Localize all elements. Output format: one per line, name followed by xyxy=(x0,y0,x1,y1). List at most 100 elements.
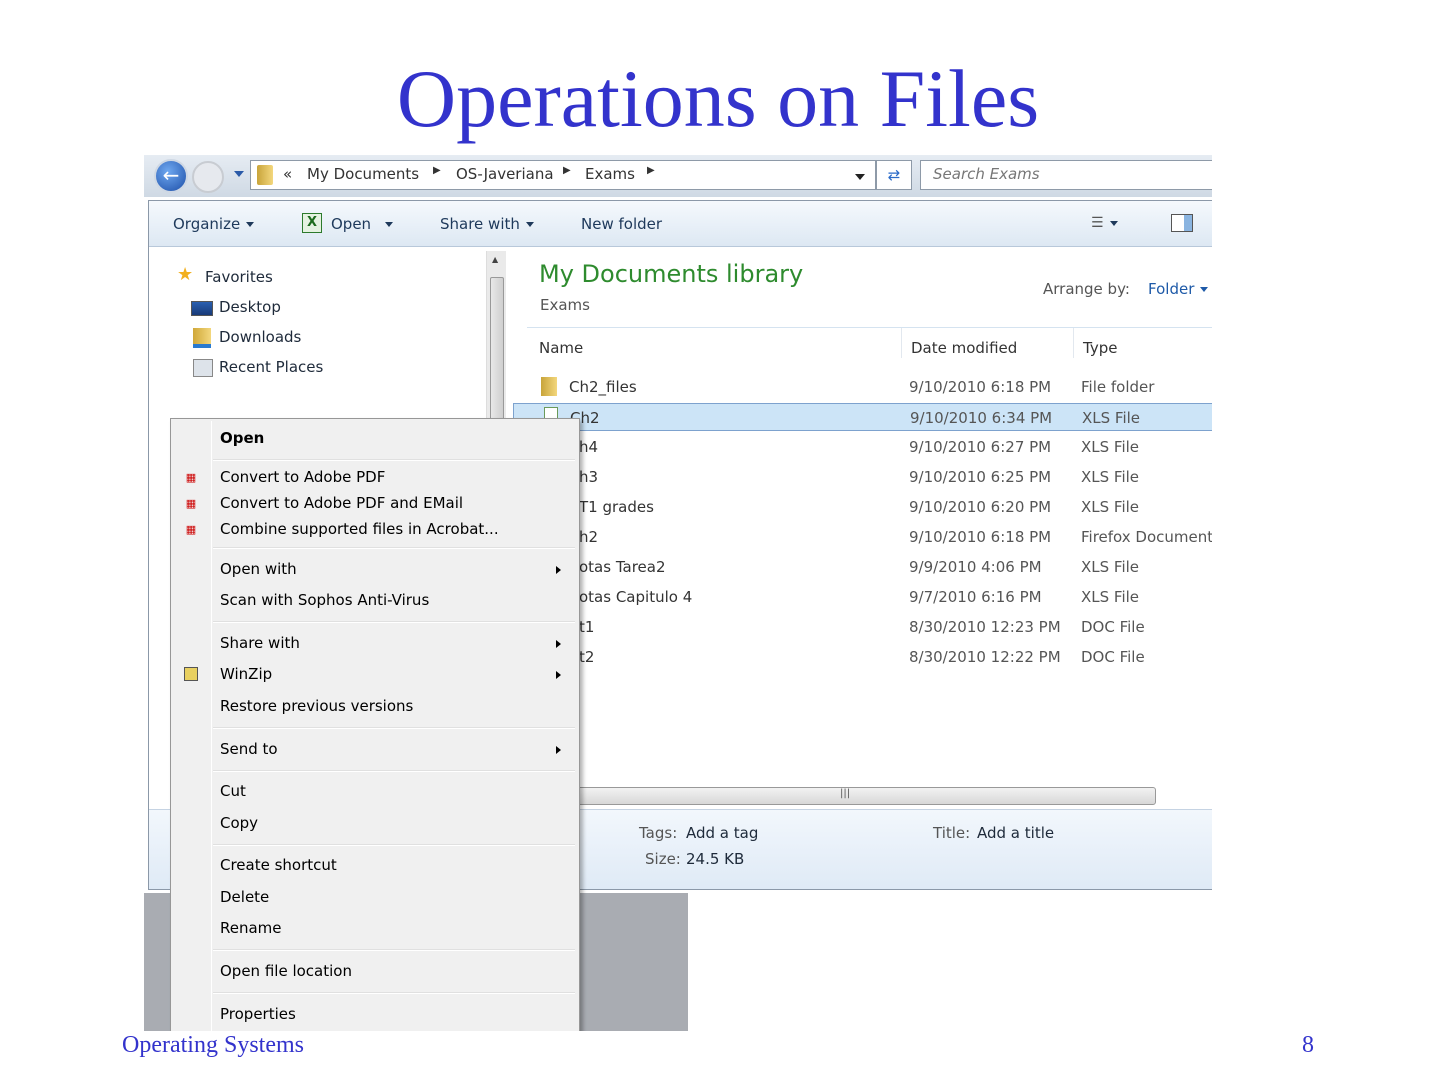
add-tag-field[interactable]: Add a tag xyxy=(686,824,758,842)
organize-button[interactable]: Organize xyxy=(173,215,255,233)
file-row[interactable]: otas Capitulo 4 9/7/2010 6:16 PM XLS File xyxy=(513,583,1212,611)
menu-convert-pdf[interactable]: Convert to Adobe PDF xyxy=(220,468,385,486)
open-button[interactable]: Open xyxy=(331,215,394,233)
winzip-icon xyxy=(184,667,198,681)
nav-recent-places[interactable]: Recent Places xyxy=(219,358,323,376)
share-with-button[interactable]: Share with xyxy=(440,215,534,233)
file-name: h4 xyxy=(579,438,599,456)
library-title: My Documents library xyxy=(539,260,804,288)
submenu-arrow-icon xyxy=(556,746,561,754)
refresh-button[interactable]: ⇄ xyxy=(876,160,912,190)
file-row[interactable]: h3 9/10/2010 6:25 PM XLS File xyxy=(513,463,1212,491)
folder-icon xyxy=(257,165,273,185)
menu-combine-acrobat[interactable]: Combine supported files in Acrobat... xyxy=(220,520,499,538)
file-row[interactable]: otas Tarea2 9/9/2010 4:06 PM XLS File xyxy=(513,553,1212,581)
submenu-arrow-icon xyxy=(556,566,561,574)
file-name: t2 xyxy=(579,648,595,666)
file-name: T1 grades xyxy=(579,498,654,516)
forward-button[interactable] xyxy=(192,161,224,193)
explorer-screenshot: ← « My Documents ▶ OS-Javeriana ▶ Exams … xyxy=(144,155,1212,1031)
menu-cut[interactable]: Cut xyxy=(220,782,246,800)
acrobat-combine-icon: ▦ xyxy=(185,523,197,536)
footer-course: Operating Systems xyxy=(122,1032,304,1058)
command-bar: Organize X Open Share with New folder ☰ xyxy=(149,201,1212,247)
address-bar-area: ← « My Documents ▶ OS-Javeriana ▶ Exams … xyxy=(144,155,1212,197)
desktop-icon xyxy=(191,301,213,316)
file-type: Firefox Document xyxy=(1081,528,1212,546)
menu-share-with[interactable]: Share with xyxy=(220,634,300,652)
file-name: otas Capitulo 4 xyxy=(579,588,693,606)
column-type[interactable]: Type xyxy=(1083,339,1117,357)
file-date: 9/10/2010 6:34 PM xyxy=(910,409,1053,427)
menu-delete[interactable]: Delete xyxy=(220,888,269,906)
file-type: File folder xyxy=(1081,378,1155,396)
menu-convert-pdf-email[interactable]: Convert to Adobe PDF and EMail xyxy=(220,494,463,512)
back-button[interactable]: ← xyxy=(154,159,188,193)
address-dropdown-icon[interactable] xyxy=(855,174,865,180)
menu-copy[interactable]: Copy xyxy=(220,814,258,832)
menu-open-file-location[interactable]: Open file location xyxy=(220,962,352,980)
menu-rename[interactable]: Rename xyxy=(220,919,282,937)
nav-favorites[interactable]: Favorites xyxy=(205,268,273,286)
file-type: XLS File xyxy=(1081,558,1140,576)
arrange-dropdown[interactable]: Folder xyxy=(1148,280,1209,298)
folder-icon xyxy=(541,377,557,396)
new-folder-button[interactable]: New folder xyxy=(581,215,662,233)
page-number: 8 xyxy=(1302,1032,1314,1058)
file-row[interactable]: T1 grades 9/10/2010 6:20 PM XLS File xyxy=(513,493,1212,521)
star-icon: ★ xyxy=(177,264,194,285)
menu-send-to[interactable]: Send to xyxy=(220,740,278,758)
menu-open-with[interactable]: Open with xyxy=(220,560,297,578)
file-row[interactable]: h4 9/10/2010 6:27 PM XLS File xyxy=(513,433,1212,461)
recent-places-icon xyxy=(193,359,213,377)
horizontal-scrollbar[interactable]: ||| xyxy=(569,787,1156,805)
address-bar[interactable]: « My Documents ▶ OS-Javeriana ▶ Exams ▶ xyxy=(250,160,876,190)
downloads-icon xyxy=(193,328,211,348)
menu-scan-sophos[interactable]: Scan with Sophos Anti-Virus xyxy=(220,591,429,609)
menu-winzip[interactable]: WinZip xyxy=(220,665,272,683)
crumb-os-javeriana[interactable]: OS-Javeriana xyxy=(456,165,554,183)
slide-title: Operations on Files xyxy=(396,53,1040,144)
preview-pane-icon[interactable] xyxy=(1171,214,1193,232)
search-input[interactable]: Search Exams xyxy=(920,160,1212,190)
file-date: 9/10/2010 6:18 PM xyxy=(909,378,1052,396)
file-date: 9/7/2010 6:16 PM xyxy=(909,588,1042,606)
file-date: 9/10/2010 6:27 PM xyxy=(909,438,1052,456)
submenu-arrow-icon xyxy=(556,640,561,648)
file-row[interactable]: Ch2 9/10/2010 6:34 PM XLS File xyxy=(513,403,1212,431)
column-date-modified[interactable]: Date modified xyxy=(911,339,1017,357)
menu-restore-versions[interactable]: Restore previous versions xyxy=(220,697,413,715)
menu-open[interactable]: Open xyxy=(220,429,264,447)
menu-create-shortcut[interactable]: Create shortcut xyxy=(220,856,337,874)
file-type: XLS File xyxy=(1081,498,1140,516)
add-title-field[interactable]: Add a title xyxy=(977,824,1054,842)
file-date: 8/30/2010 12:23 PM xyxy=(909,618,1061,636)
history-dropdown-icon[interactable] xyxy=(234,171,244,177)
submenu-arrow-icon xyxy=(556,671,561,679)
file-row[interactable]: h2 9/10/2010 6:18 PM Firefox Document xyxy=(513,523,1212,551)
menu-properties[interactable]: Properties xyxy=(220,1005,296,1023)
crumb-my-documents[interactable]: My Documents xyxy=(307,165,419,183)
views-icon[interactable]: ☰ xyxy=(1091,215,1118,231)
file-row[interactable]: t2 8/30/2010 12:22 PM DOC File xyxy=(513,643,1212,671)
address-overflow[interactable]: « xyxy=(283,165,292,183)
file-type: XLS File xyxy=(1081,588,1140,606)
pdf-icon: ▦ xyxy=(185,471,197,484)
file-row[interactable]: t1 8/30/2010 12:23 PM DOC File xyxy=(513,613,1212,641)
file-row[interactable]: Ch2_files 9/10/2010 6:18 PM File folder xyxy=(513,373,1212,401)
file-name: h2 xyxy=(579,528,599,546)
context-menu: Open ▦ Convert to Adobe PDF ▦ Convert to… xyxy=(170,418,580,1031)
file-date: 9/10/2010 6:18 PM xyxy=(909,528,1052,546)
crumb-exams[interactable]: Exams xyxy=(585,165,635,183)
nav-desktop[interactable]: Desktop xyxy=(219,298,281,316)
column-name[interactable]: Name xyxy=(539,339,583,357)
file-date: 8/30/2010 12:22 PM xyxy=(909,648,1061,666)
arrange-label: Arrange by: xyxy=(1043,280,1130,298)
nav-downloads[interactable]: Downloads xyxy=(219,328,301,346)
file-type: DOC File xyxy=(1081,618,1145,636)
file-date: 9/9/2010 4:06 PM xyxy=(909,558,1042,576)
file-date: 9/10/2010 6:20 PM xyxy=(909,498,1052,516)
file-name: otas Tarea2 xyxy=(579,558,666,576)
file-type: XLS File xyxy=(1082,409,1141,427)
file-date: 9/10/2010 6:25 PM xyxy=(909,468,1052,486)
